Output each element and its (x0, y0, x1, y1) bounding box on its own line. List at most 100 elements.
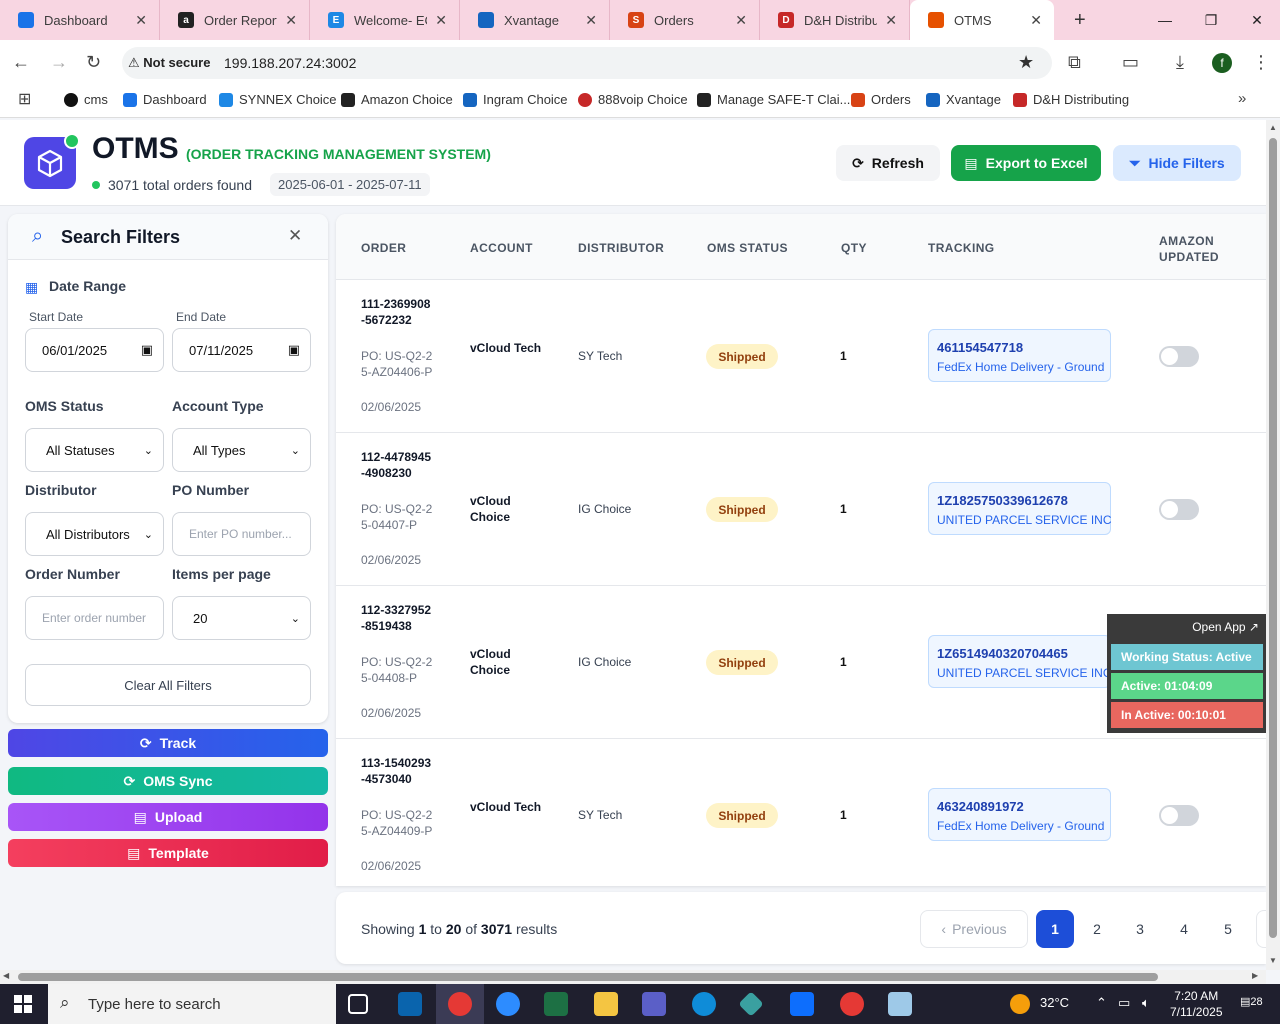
order-number[interactable]: 113-1540293-4573040 (361, 755, 433, 787)
file-explorer-icon[interactable] (594, 992, 618, 1016)
bookmark-synnex[interactable]: SYNNEX Choice (219, 92, 337, 107)
page-button-2[interactable]: 2 (1078, 910, 1116, 948)
vertical-scrollbar[interactable]: ▲ ▼ (1266, 120, 1280, 970)
order-number-input[interactable]: Enter order number (25, 596, 164, 640)
browser-tab[interactable]: Dashboard ✕ (0, 0, 160, 40)
close-filters-icon[interactable]: ✕ (288, 226, 302, 246)
scroll-down-icon[interactable]: ▼ (1269, 956, 1277, 965)
excel-icon[interactable] (544, 992, 568, 1016)
app-s-icon[interactable] (790, 992, 814, 1016)
page-button-4[interactable]: 4 (1165, 910, 1203, 948)
bookmarks-overflow-icon[interactable]: » (1238, 90, 1246, 107)
bookmark-star-icon[interactable]: ★ (1018, 52, 1034, 73)
order-number[interactable]: 112-4478945-4908230 (361, 449, 433, 481)
page-button-1[interactable]: 1 (1036, 910, 1074, 948)
bookmark-orders[interactable]: Orders (851, 92, 911, 107)
outlook-icon[interactable] (398, 992, 422, 1016)
back-icon[interactable]: ← (12, 52, 30, 73)
tab-search-icon[interactable]: ▭ (1122, 52, 1139, 73)
tray-chevron-icon[interactable]: ⌃ (1096, 995, 1107, 1011)
vertical-scroll-thumb[interactable] (1269, 138, 1277, 938)
close-tab-icon[interactable]: ✕ (585, 12, 597, 29)
chrome-icon[interactable] (840, 992, 864, 1016)
oms-sync-button[interactable]: ⟳ OMS Sync (8, 767, 328, 795)
start-date-input[interactable]: 06/01/2025 ▣ (25, 328, 164, 372)
scroll-right-icon[interactable]: ▶ (1252, 971, 1258, 980)
profile-avatar[interactable]: f (1212, 53, 1232, 73)
column-header-qty[interactable]: QTY (841, 241, 867, 255)
scroll-left-icon[interactable]: ◀ (3, 971, 9, 980)
chrome-icon[interactable] (448, 992, 472, 1016)
tracking-number[interactable]: 461154547718 (937, 340, 1023, 355)
export-excel-button[interactable]: ▤ Export to Excel (951, 145, 1101, 181)
account-type-select[interactable]: All Types ⌄ (172, 428, 311, 472)
extensions-icon[interactable]: ⧉ (1068, 52, 1081, 73)
column-header-amazon-updated[interactable]: AMAZON UPDATED (1159, 233, 1229, 265)
restore-icon[interactable]: ❐ (1188, 0, 1234, 40)
notepad-icon[interactable] (888, 992, 912, 1016)
column-header-oms-status[interactable]: OMS STATUS (707, 241, 788, 255)
bookmark-safe-t[interactable]: Manage SAFE-T Clai... (697, 92, 850, 107)
scroll-up-icon[interactable]: ▲ (1269, 123, 1277, 132)
browser-tab[interactable]: S Orders ✕ (610, 0, 760, 40)
minimize-icon[interactable]: — (1142, 0, 1188, 40)
close-tab-icon[interactable]: ✕ (135, 12, 147, 29)
page-button-3[interactable]: 3 (1121, 910, 1159, 948)
bookmark-ingram[interactable]: Ingram Choice (463, 92, 568, 107)
horizontal-scroll-thumb[interactable] (18, 973, 1158, 981)
browser-tab-active[interactable]: OTMS ✕ (910, 0, 1054, 40)
amazon-updated-toggle[interactable] (1159, 805, 1199, 826)
forward-icon[interactable]: → (50, 52, 68, 73)
url-text[interactable]: 199.188.207.24:3002 (224, 55, 356, 71)
track-button[interactable]: ⟳ Track (8, 729, 328, 757)
app-diamond-icon[interactable] (738, 991, 764, 1017)
temperature[interactable]: 32°C (1040, 995, 1069, 1010)
bookmark-amazon[interactable]: Amazon Choice (341, 92, 453, 107)
tracking-card[interactable]: 1Z6514940320704465 UNITED PARCEL SERVICE … (928, 635, 1111, 688)
hide-filters-button[interactable]: ⏷ Hide Filters (1113, 145, 1241, 181)
edge-icon[interactable] (692, 992, 716, 1016)
bookmark-dh[interactable]: D&H Distributing (1013, 92, 1129, 107)
close-tab-icon[interactable]: ✕ (1030, 12, 1042, 29)
close-tab-icon[interactable]: ✕ (435, 12, 447, 29)
close-tab-icon[interactable]: ✕ (885, 12, 897, 29)
bookmark-888voip[interactable]: 888voip Choice (578, 92, 688, 107)
distributor-select[interactable]: All Distributors ⌄ (25, 512, 164, 556)
notifications-icon[interactable]: ▤28 (1240, 995, 1263, 1008)
order-number[interactable]: 112-3327952-8519438 (361, 602, 433, 634)
bookmark-xvantage[interactable]: Xvantage (926, 92, 1001, 107)
page-button-5[interactable]: 5 (1209, 910, 1247, 948)
tracking-number[interactable]: 1Z6514940320704465 (937, 646, 1068, 661)
menu-kebab-icon[interactable]: ⋮ (1252, 52, 1270, 73)
close-tab-icon[interactable]: ✕ (735, 12, 747, 29)
horizontal-scrollbar[interactable]: ◀ ▶ (0, 970, 1266, 984)
not-secure-badge[interactable]: ⚠ Not secure (128, 55, 210, 71)
calendar-icon[interactable]: ▣ (141, 342, 153, 358)
tracking-number[interactable]: 1Z1825750339612678 (937, 493, 1068, 508)
po-number-input[interactable]: Enter PO number... (172, 512, 311, 556)
close-window-icon[interactable]: ✕ (1234, 0, 1280, 40)
next-page-button[interactable] (1256, 910, 1266, 948)
browser-tab[interactable]: Xvantage ✕ (460, 0, 610, 40)
apps-grid-icon[interactable]: ⊞ (18, 89, 31, 109)
reload-icon[interactable]: ↻ (86, 52, 101, 73)
calendar-icon[interactable]: ▣ (288, 342, 300, 358)
download-icon[interactable]: ⤓ (1176, 52, 1184, 73)
browser-tab[interactable]: D D&H Distribut ✕ (760, 0, 910, 40)
clear-filters-button[interactable]: Clear All Filters (25, 664, 311, 706)
zoom-icon[interactable] (496, 992, 520, 1016)
bookmark-cms[interactable]: cms (64, 92, 108, 107)
template-button[interactable]: ▤ Template (8, 839, 328, 867)
browser-tab[interactable]: E Welcome- ECE ✕ (310, 0, 460, 40)
volume-icon[interactable]: 🔈︎ (1142, 995, 1150, 1011)
amazon-updated-toggle[interactable] (1159, 499, 1199, 520)
oms-status-select[interactable]: All Statuses ⌄ (25, 428, 164, 472)
tracking-card[interactable]: 461154547718 FedEx Home Delivery - Ground (928, 329, 1111, 382)
windows-start-icon[interactable] (14, 995, 32, 1013)
task-view-icon[interactable] (348, 994, 368, 1014)
refresh-button[interactable]: ⟳ Refresh (836, 145, 940, 181)
browser-tab[interactable]: a Order Reports ✕ (160, 0, 310, 40)
bookmark-dashboard[interactable]: Dashboard (123, 92, 207, 107)
previous-page-button[interactable]: ‹ Previous (920, 910, 1028, 948)
new-tab-button[interactable]: + (1074, 9, 1086, 32)
